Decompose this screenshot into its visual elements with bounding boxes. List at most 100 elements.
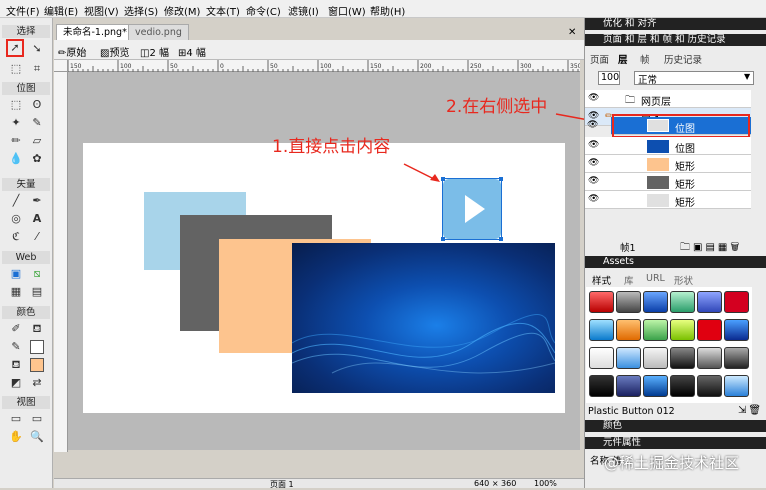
menu-window[interactable]: 窗口(W) (328, 3, 366, 18)
layer-web[interactable]: 👁 🗀 网页层 (585, 90, 751, 108)
style-swatch[interactable] (697, 291, 722, 313)
style-swatch[interactable] (670, 347, 695, 369)
asset-tab-styles[interactable]: 样式 (592, 273, 611, 287)
menu-text[interactable]: 文本(T) (206, 3, 240, 18)
show-slices-icon[interactable]: ▤ (30, 285, 44, 299)
subselect-tool-icon[interactable]: ➘ (30, 42, 44, 56)
paint-bucket-icon[interactable]: ⛾ (30, 322, 44, 336)
style-swatch[interactable] (724, 375, 749, 397)
panel-tab-history[interactable]: 历史记录 (664, 52, 702, 66)
optimize-panel-header[interactable]: 优化 和 对齐 (585, 18, 766, 30)
layer-object[interactable]: 👁 矩形 (585, 155, 751, 173)
opacity-field[interactable]: 100 (598, 71, 620, 85)
menu-file[interactable]: 文件(F) (6, 3, 40, 18)
style-swatch[interactable] (724, 347, 749, 369)
four-up-button[interactable]: ⊞4 幅 (178, 44, 206, 59)
style-swatch[interactable] (589, 319, 614, 341)
swap-colors-icon[interactable]: ⇄ (30, 376, 44, 390)
tab-vedio[interactable]: vedio.png (128, 24, 189, 40)
eye-icon[interactable]: 👁 (588, 193, 600, 205)
eye-icon[interactable]: 👁 (587, 120, 598, 130)
style-swatch[interactable] (670, 319, 695, 341)
brush-tool-icon[interactable]: ✎ (30, 116, 44, 130)
blue-wave-bitmap[interactable] (292, 243, 555, 393)
style-swatch[interactable] (589, 291, 614, 313)
eye-icon[interactable]: 👁 (588, 92, 600, 104)
eyedropper-tool-icon[interactable]: ✐ (9, 322, 23, 336)
panel-tab-layers[interactable]: 层 (618, 52, 628, 66)
menu-command[interactable]: 命令(C) (246, 3, 281, 18)
blend-mode-select[interactable]: 正常 (634, 71, 754, 86)
asset-tab-library[interactable]: 库 (624, 273, 634, 287)
eye-icon[interactable]: 👁 (588, 139, 600, 151)
line-tool-icon[interactable]: ╱ (9, 194, 23, 208)
style-swatch[interactable] (697, 319, 722, 341)
stroke-swatch[interactable] (30, 340, 44, 354)
eraser-tool-icon[interactable]: ▱ (30, 134, 44, 148)
symbol-props-header[interactable]: 元件属性 (585, 437, 766, 449)
magic-wand-icon[interactable]: ✦ (9, 116, 23, 130)
style-swatch[interactable] (643, 347, 668, 369)
style-swatch[interactable] (697, 375, 722, 397)
tab-untitled[interactable]: 未命名-1.png* (56, 24, 134, 40)
pen-tool-icon[interactable]: ✒ (30, 194, 44, 208)
zoom-tool-icon[interactable]: 🔍 (30, 430, 44, 444)
full-screen-menu-icon[interactable]: ▭ (30, 412, 44, 426)
hide-slices-icon[interactable]: ▦ (9, 285, 23, 299)
layers-panel-header[interactable]: 页面 和 层 和 帧 和 历史记录 (585, 34, 766, 46)
lasso-tool-icon[interactable]: ʘ (30, 98, 44, 112)
layer-actions-icons[interactable]: 🗀▣▤▦🗑 (680, 240, 742, 257)
style-swatch[interactable] (643, 375, 668, 397)
crop-tool-icon[interactable]: ⌗ (30, 62, 44, 76)
knife-tool-icon[interactable]: ⁄ (30, 230, 44, 244)
style-swatch[interactable] (670, 291, 695, 313)
eye-icon[interactable]: 👁 (588, 175, 600, 187)
style-swatch[interactable] (643, 291, 668, 313)
asset-tab-url[interactable]: URL (646, 273, 665, 284)
hand-tool-icon[interactable]: ✋ (9, 430, 23, 444)
style-swatch[interactable] (616, 319, 641, 341)
pencil-tool-icon[interactable]: ✏ (9, 134, 23, 148)
asset-actions-icons[interactable]: ⇲🗑 (738, 405, 763, 416)
scale-tool-icon[interactable]: ⬚ (9, 62, 23, 76)
stroke-color-icon[interactable]: ✎ (9, 340, 23, 354)
zoom-level[interactable]: 100% (534, 479, 557, 488)
layer-object[interactable]: 👁 矩形 (585, 191, 751, 209)
style-swatch[interactable] (724, 319, 749, 341)
two-up-button[interactable]: ◫2 幅 (140, 44, 169, 59)
menu-filter[interactable]: 滤镜(I) (288, 3, 319, 18)
page-indicator[interactable]: 页面 1 (270, 479, 294, 490)
menu-modify[interactable]: 修改(M) (164, 3, 200, 18)
default-colors-icon[interactable]: ◩ (9, 376, 23, 390)
style-swatch[interactable] (616, 375, 641, 397)
layer-object[interactable]: 👁 位图 (585, 137, 751, 155)
menu-edit[interactable]: 编辑(E) (44, 3, 78, 18)
freeform-tool-icon[interactable]: ℭ (9, 230, 23, 244)
rubber-stamp-icon[interactable]: ✿ (30, 152, 44, 166)
assets-panel-header[interactable]: Assets (585, 256, 766, 268)
style-swatch[interactable] (589, 347, 614, 369)
close-doc-icon[interactable]: ✕ (568, 27, 576, 38)
style-swatch[interactable] (589, 375, 614, 397)
chevron-down-icon[interactable]: ▼ (744, 72, 750, 81)
colors-panel-header[interactable]: 颜色 (585, 420, 766, 432)
preview-button[interactable]: ▨预览 (100, 44, 129, 59)
style-swatch[interactable] (643, 319, 668, 341)
style-swatch[interactable] (616, 291, 641, 313)
style-swatch[interactable] (697, 347, 722, 369)
style-swatch[interactable] (616, 347, 641, 369)
layer-object[interactable]: 👁 矩形 (585, 173, 751, 191)
menu-view[interactable]: 视图(V) (84, 3, 119, 18)
style-swatch[interactable] (670, 375, 695, 397)
standard-screen-icon[interactable]: ▭ (9, 412, 23, 426)
text-tool-icon[interactable]: A (30, 212, 44, 226)
menu-select[interactable]: 选择(S) (124, 3, 158, 18)
original-view-button[interactable]: ✏原始 (58, 44, 86, 59)
ellipse-tool-icon[interactable]: ◎ (9, 212, 23, 226)
blur-tool-icon[interactable]: 💧 (9, 152, 23, 166)
asset-tab-shapes[interactable]: 形状 (674, 273, 693, 287)
style-swatch[interactable] (724, 291, 749, 313)
marquee-tool-icon[interactable]: ⬚ (9, 98, 23, 112)
fill-swatch[interactable] (30, 358, 44, 372)
panel-tab-pages[interactable]: 页面 (590, 52, 609, 66)
